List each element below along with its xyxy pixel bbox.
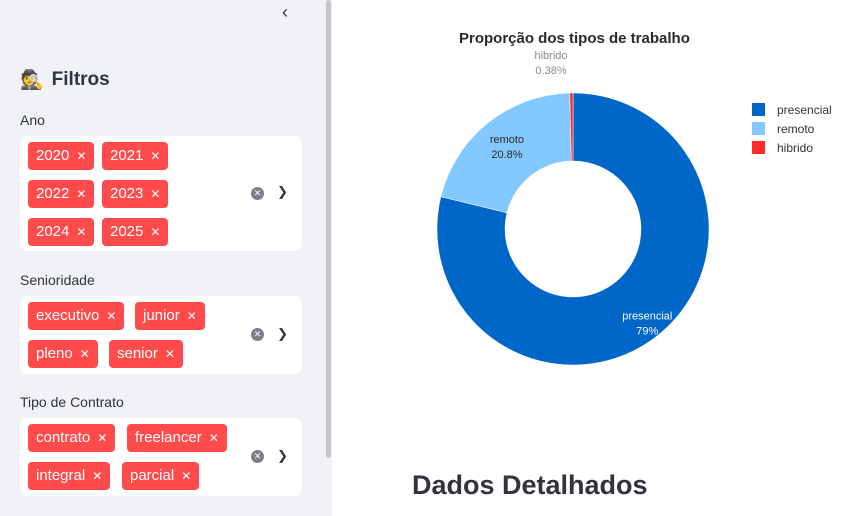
legend-label: presencial	[777, 102, 832, 117]
multiselect-senioridade[interactable]: executivo ✕ junior ✕ pleno ✕ senior ✕ ✕ ❯	[20, 296, 302, 374]
filters-heading: 🕵️ Filtros	[20, 68, 110, 92]
chevron-down-icon[interactable]: ❯	[277, 326, 288, 342]
remove-tag-icon[interactable]: ✕	[209, 431, 219, 445]
remove-tag-icon[interactable]: ✕	[97, 431, 107, 445]
slice-value-hibrido: 0.38%	[535, 65, 566, 77]
tag-2022[interactable]: 2022 ✕	[28, 180, 95, 208]
slice-label-presencial: presencial	[622, 311, 672, 323]
legend-item-remoto[interactable]: remoto	[752, 119, 832, 138]
chart-legend: presencial remoto hibrido	[752, 100, 832, 157]
tag-contrato[interactable]: contrato ✕	[28, 424, 116, 452]
legend-swatch	[752, 141, 765, 154]
filter-label-senioridade: Senioridade	[20, 272, 95, 288]
sidebar-scrollbar[interactable]	[326, 0, 331, 458]
slice-label-remoto: remoto	[490, 134, 524, 146]
tag-2021[interactable]: 2021 ✕	[102, 142, 169, 170]
remove-tag-icon[interactable]: ✕	[76, 187, 86, 201]
slice-label-hibrido: hibrido	[535, 50, 568, 62]
remove-tag-icon[interactable]: ✕	[80, 347, 90, 361]
remove-tag-icon[interactable]: ✕	[187, 309, 197, 323]
tag-pleno[interactable]: pleno ✕	[28, 340, 98, 368]
tag-2024[interactable]: 2024 ✕	[28, 218, 95, 246]
remove-tag-icon[interactable]: ✕	[76, 149, 86, 163]
remove-tag-icon[interactable]: ✕	[106, 309, 116, 323]
remove-tag-icon[interactable]: ✕	[165, 347, 175, 361]
donut-chart[interactable]: presencial 79% remoto 20.8% hibrido 0.38%	[332, 0, 851, 440]
tag-2023[interactable]: 2023 ✕	[102, 180, 169, 208]
clear-all-icon[interactable]: ✕	[251, 328, 264, 341]
legend-item-presencial[interactable]: presencial	[752, 100, 832, 119]
multiselect-ano[interactable]: 2020 ✕ 2021 ✕ 2022 ✕ 2023 ✕ 2024 ✕ 2025 ✕ ✕ ❯	[20, 136, 302, 251]
legend-label: hibrido	[777, 140, 814, 155]
remove-tag-icon[interactable]: ✕	[150, 187, 160, 201]
slice-value-presencial: 79%	[636, 326, 658, 338]
legend-item-hibrido[interactable]: hibrido	[752, 138, 832, 157]
remove-tag-icon[interactable]: ✕	[76, 225, 86, 239]
clear-all-icon[interactable]: ✕	[251, 450, 264, 463]
tag-senior[interactable]: senior ✕	[109, 340, 183, 368]
detective-icon: 🕵️	[20, 70, 44, 91]
tag-integral[interactable]: integral ✕	[28, 462, 111, 490]
remove-tag-icon[interactable]: ✕	[150, 149, 160, 163]
filter-label-tipo-contrato: Tipo de Contrato	[20, 394, 124, 410]
clear-all-icon[interactable]: ✕	[251, 187, 264, 200]
chevron-left-icon[interactable]: ‹	[276, 3, 294, 21]
remove-tag-icon[interactable]: ✕	[92, 469, 102, 483]
main-content: Proporção dos tipos de trabalho presenci…	[332, 0, 851, 516]
tag-2020[interactable]: 2020 ✕	[28, 142, 95, 170]
sidebar: ‹ 🕵️ Filtros Ano 2020 ✕ 2021 ✕ 2022 ✕ 2023 ✕…	[0, 0, 332, 516]
filters-title-text: Filtros	[51, 69, 110, 90]
legend-swatch	[752, 122, 765, 135]
tag-executivo[interactable]: executivo ✕	[28, 302, 125, 330]
chevron-down-icon[interactable]: ❯	[277, 184, 288, 200]
tag-2025[interactable]: 2025 ✕	[102, 218, 169, 246]
tag-junior[interactable]: junior ✕	[135, 302, 205, 330]
section-title: Dados Detalhados	[412, 470, 648, 500]
legend-swatch	[752, 103, 765, 116]
remove-tag-icon[interactable]: ✕	[181, 469, 191, 483]
label-clip-mask	[332, 170, 410, 220]
chevron-down-icon[interactable]: ❯	[277, 448, 288, 464]
legend-label: remoto	[777, 121, 815, 136]
tag-freelancer[interactable]: freelancer ✕	[127, 424, 227, 452]
slice-value-remoto: 20.8%	[491, 149, 522, 161]
remove-tag-icon[interactable]: ✕	[150, 225, 160, 239]
tag-parcial[interactable]: parcial ✕	[122, 462, 200, 490]
multiselect-tipo-contrato[interactable]: contrato ✕ freelancer ✕ integral ✕ parcial ✕…	[20, 418, 302, 496]
filter-label-ano: Ano	[20, 112, 45, 128]
